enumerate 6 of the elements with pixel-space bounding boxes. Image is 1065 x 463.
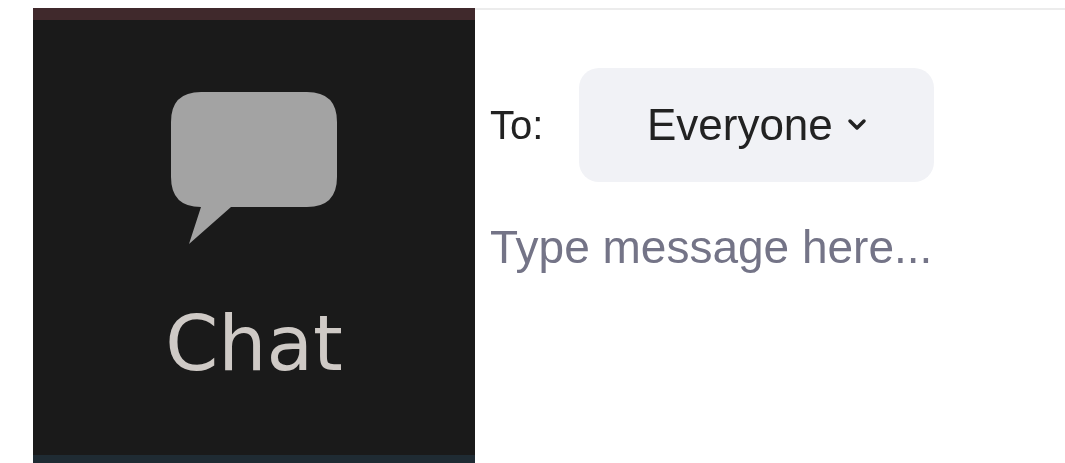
recipient-dropdown[interactable]: Everyone bbox=[579, 68, 935, 182]
chevron-down-icon bbox=[846, 118, 867, 132]
speech-bubble-icon bbox=[171, 92, 337, 244]
recipient-label: To: bbox=[490, 102, 544, 148]
message-field[interactable]: Type message here... bbox=[490, 220, 1065, 274]
chat-button[interactable]: Chat bbox=[165, 20, 343, 382]
